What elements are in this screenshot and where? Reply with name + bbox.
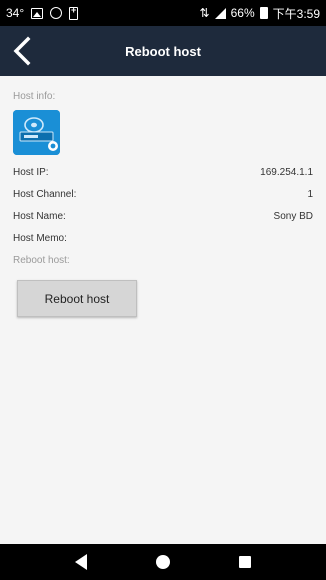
host-channel-row: Host Channel: 1 (13, 187, 313, 201)
host-memo-label: Host Memo: (13, 232, 67, 244)
sync-icon (50, 7, 63, 19)
navigation-bar (0, 544, 326, 580)
wifi-icon: ⇅ (199, 6, 210, 20)
back-button[interactable] (8, 36, 36, 66)
reboot-host-button[interactable]: Reboot host (17, 280, 137, 317)
host-name-value: Sony BD (273, 210, 313, 222)
host-memo-row: Host Memo: (13, 231, 313, 245)
reboot-host-label: Reboot host: (13, 255, 70, 266)
battery-saver-icon (69, 5, 79, 20)
host-ip-label: Host IP: (13, 166, 49, 178)
battery-percent: 66% (230, 6, 255, 20)
image-notification-icon (31, 7, 44, 19)
host-device-icon (13, 110, 60, 155)
temperature-text: 34° (6, 6, 25, 20)
host-info-label: Host info: (13, 91, 56, 102)
host-channel-value: 1 (307, 188, 313, 200)
status-bar: 34° ⇅ 66% 下午3:59 (0, 0, 326, 26)
host-channel-label: Host Channel: (13, 188, 77, 200)
page-title: Reboot host (125, 43, 201, 59)
nav-recents-icon[interactable] (239, 556, 252, 568)
nav-home-icon[interactable] (155, 555, 170, 569)
host-ip-row: Host IP: 169.254.1.1 (13, 165, 313, 179)
host-name-row: Host Name: Sony BD (13, 209, 313, 223)
signal-icon (214, 7, 226, 19)
host-name-label: Host Name: (13, 210, 66, 222)
chevron-left-icon (13, 36, 31, 66)
title-bar: Reboot host (0, 26, 326, 76)
battery-icon (259, 7, 268, 19)
clock-text: 下午3:59 (272, 6, 320, 21)
nav-back-icon[interactable] (74, 554, 87, 570)
main-content: Host info: Host IP: 169.254.1.1 Host Cha… (0, 76, 326, 544)
host-ip-value: 169.254.1.1 (260, 166, 313, 178)
